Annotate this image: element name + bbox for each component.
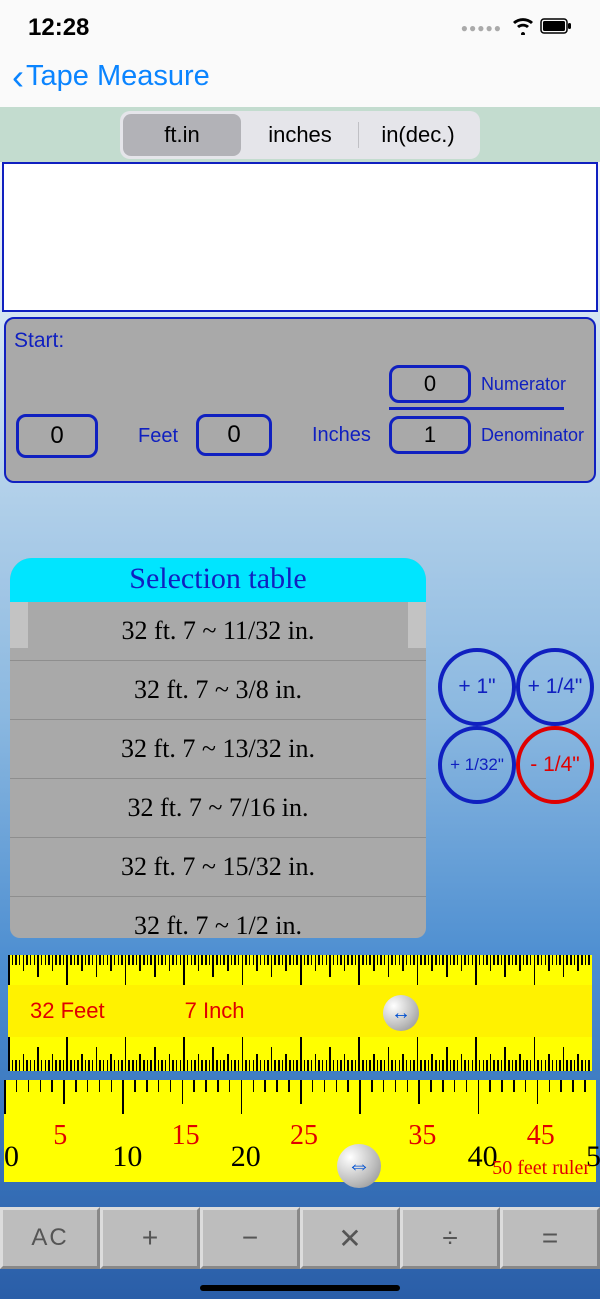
battery-icon — [540, 18, 572, 39]
feet-label: Feet — [138, 425, 178, 448]
back-button[interactable]: ‹ Tape Measure — [12, 60, 588, 93]
ruler-feet-value: 32 Feet — [30, 998, 105, 1024]
drag-arrows-icon: ⇔ — [347, 1152, 371, 1180]
scroll-indicator-right — [408, 602, 426, 648]
minus-button[interactable]: − — [200, 1207, 300, 1269]
wifi-icon — [512, 17, 534, 40]
calculation-display — [2, 162, 598, 312]
equals-button[interactable]: = — [500, 1207, 600, 1269]
selection-row[interactable]: 32 ft. 7 ~ 3/8 in. — [10, 661, 426, 720]
feet-input[interactable]: 0 — [16, 414, 98, 458]
back-label: Tape Measure — [26, 60, 210, 93]
calculator-keypad: AC + − ✕ ÷ = — [0, 1207, 600, 1269]
denominator-label: Denominator — [481, 425, 584, 446]
feet-ruler-ticks — [4, 1080, 596, 1114]
fraction-divider — [389, 407, 564, 410]
selection-table: Selection table 32 ft. 7 ~ 11/32 in. 32 … — [10, 558, 426, 938]
feet-ruler-label: 50 feet ruler — [492, 1157, 590, 1180]
home-indicator[interactable] — [200, 1285, 400, 1291]
selection-row[interactable]: 32 ft. 7 ~ 7/16 in. — [10, 779, 426, 838]
selection-row[interactable]: 32 ft. 7 ~ 13/32 in. — [10, 720, 426, 779]
unit-segmented-control: ft.in inches in(dec.) — [120, 111, 480, 159]
nav-header: ‹ Tape Measure — [0, 50, 600, 107]
ruler-pointer-handle[interactable]: ↔ — [383, 995, 419, 1031]
scroll-indicator-left — [10, 602, 28, 648]
feet-ruler[interactable]: 0102034050515253545 50 feet ruler ⇔ — [4, 1080, 596, 1182]
inch-ruler[interactable]: 32 Feet 7 Inch ↔ — [8, 955, 592, 1071]
ruler-inch-value: 7 Inch — [185, 998, 245, 1024]
start-panel: Start: 0 Feet 0 Inches 0 Numerator 1 Den… — [4, 317, 596, 483]
ac-button[interactable]: AC — [0, 1207, 100, 1269]
status-bar: 12:28 ●●●●● — [0, 0, 600, 50]
inches-label: Inches — [312, 424, 371, 447]
ruler-readout: 32 Feet 7 Inch — [8, 985, 592, 1037]
numerator-input[interactable]: 0 — [389, 365, 471, 403]
cellular-dots-icon: ●●●●● — [461, 21, 502, 35]
ruler-ticks-bottom — [8, 1037, 592, 1071]
selection-row[interactable]: 32 ft. 7 ~ 11/32 in. — [10, 602, 426, 661]
numerator-label: Numerator — [481, 374, 566, 395]
plus-button[interactable]: + — [100, 1207, 200, 1269]
drag-arrows-icon: ↔ — [391, 1002, 411, 1025]
inches-input[interactable]: 0 — [196, 414, 272, 456]
segment-inches[interactable]: inches — [241, 114, 359, 156]
selection-table-header: Selection table — [10, 558, 426, 602]
segment-indec[interactable]: in(dec.) — [359, 114, 477, 156]
status-icons: ●●●●● — [461, 17, 572, 40]
selection-row[interactable]: 32 ft. 7 ~ 1/2 in. — [10, 897, 426, 938]
ruler-ticks-top — [8, 955, 592, 985]
start-label: Start: — [14, 329, 586, 353]
multiply-button[interactable]: ✕ — [300, 1207, 400, 1269]
segment-ftin[interactable]: ft.in — [123, 114, 241, 156]
plus-quarter-inch-button[interactable]: + 1/4" — [516, 648, 594, 726]
increment-buttons: + 1" + 1/4" + 1/32" - 1/4" — [438, 648, 598, 804]
selection-table-body[interactable]: 32 ft. 7 ~ 11/32 in. 32 ft. 7 ~ 3/8 in. … — [10, 602, 426, 938]
chevron-left-icon: ‹ — [12, 64, 24, 89]
denominator-input[interactable]: 1 — [389, 416, 471, 454]
divide-button[interactable]: ÷ — [400, 1207, 500, 1269]
selection-row[interactable]: 32 ft. 7 ~ 15/32 in. — [10, 838, 426, 897]
status-time: 12:28 — [28, 14, 89, 42]
segmented-control-wrap: ft.in inches in(dec.) — [0, 107, 600, 162]
plus-one-inch-button[interactable]: + 1" — [438, 648, 516, 726]
minus-quarter-inch-button[interactable]: - 1/4" — [516, 726, 594, 804]
feet-ruler-pointer-handle[interactable]: ⇔ — [337, 1144, 381, 1188]
plus-1-32-inch-button[interactable]: + 1/32" — [438, 726, 516, 804]
